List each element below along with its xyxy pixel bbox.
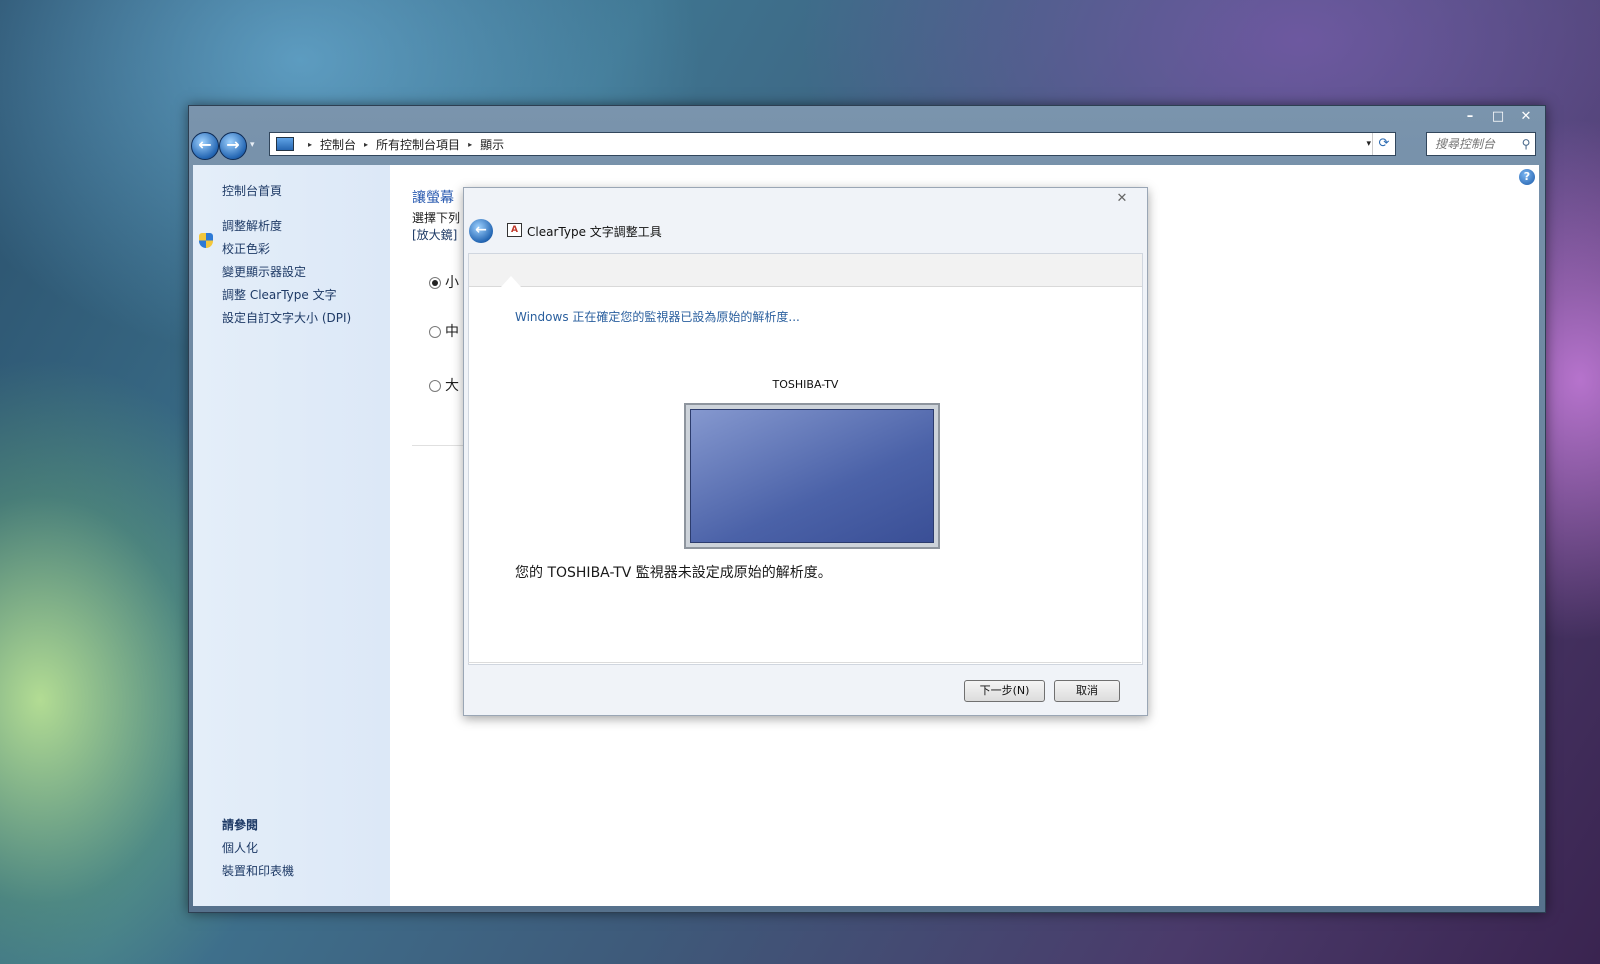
radio-large-label: 大	[445, 378, 459, 394]
cleartype-dialog: ✕ ← A ClearType 文字調整工具 Windows 正在確定您的監視器…	[463, 187, 1148, 716]
breadcrumb-separator-icon[interactable]: ▸	[364, 140, 368, 149]
breadcrumb-separator-icon[interactable]: ▸	[468, 140, 472, 149]
forward-button[interactable]: →	[219, 132, 247, 160]
radio-small-label: 小	[445, 275, 459, 291]
dialog-close-button[interactable]: ✕	[1113, 192, 1131, 206]
breadcrumb-control-panel[interactable]: 控制台	[320, 136, 356, 153]
refresh-icon[interactable]: ⟳	[1372, 133, 1395, 155]
search-input[interactable]	[1433, 136, 1517, 152]
navigation-bar: ← → ▾ ▸ 控制台 ▸ 所有控制台項目 ▸ 顯示 ▾ ⟳ ⚲	[189, 128, 1545, 162]
radio-large[interactable]	[429, 380, 441, 392]
breadcrumb-all-items[interactable]: 所有控制台項目	[376, 136, 460, 153]
dialog-header-notch	[501, 276, 521, 287]
close-button[interactable]: ✕	[1513, 108, 1539, 126]
see-also-title: 請參閱	[222, 818, 259, 832]
magnifier-link[interactable]: [放大鏡]	[412, 226, 457, 243]
monitor-icon	[684, 403, 940, 549]
dialog-status-text: Windows 正在確定您的監視器已設為原始的解析度...	[515, 310, 800, 324]
dialog-title: ClearType 文字調整工具	[527, 225, 662, 239]
cleartype-app-icon: A	[507, 223, 522, 237]
help-icon[interactable]: ?	[1519, 169, 1535, 185]
sidebar-item-personalization[interactable]: 個人化	[222, 839, 258, 856]
sidebar-item-custom-dpi[interactable]: 設定自訂文字大小 (DPI)	[222, 309, 351, 326]
page-title: 讓螢幕	[412, 190, 454, 206]
sidebar-item-resolution[interactable]: 調整解析度	[222, 217, 282, 234]
maximize-button[interactable]: □	[1485, 108, 1511, 126]
radio-medium[interactable]	[429, 326, 441, 338]
cancel-button[interactable]: 取消	[1054, 680, 1120, 702]
back-button[interactable]: ←	[191, 132, 219, 160]
sidebar-item-devices-printers[interactable]: 裝置和印表機	[222, 862, 294, 879]
control-panel-icon	[276, 137, 294, 151]
breadcrumb-display[interactable]: 顯示	[480, 136, 504, 153]
minimize-button[interactable]: –	[1457, 108, 1483, 126]
monitor-screen	[690, 409, 934, 543]
breadcrumb-separator-icon[interactable]: ▸	[308, 140, 312, 149]
radio-medium-label: 中	[445, 324, 459, 340]
shield-icon	[199, 233, 213, 248]
sidebar: 控制台首頁 調整解析度 校正色彩 變更顯示器設定 調整 ClearType 文字…	[193, 165, 390, 906]
dialog-header-band	[469, 254, 1142, 287]
dialog-back-button[interactable]: ←	[469, 219, 493, 243]
search-box[interactable]: ⚲	[1426, 132, 1536, 156]
search-icon[interactable]: ⚲	[1517, 137, 1535, 151]
address-bar[interactable]: ▸ 控制台 ▸ 所有控制台項目 ▸ 顯示 ▾ ⟳	[269, 132, 1396, 156]
sidebar-item-cleartype[interactable]: 調整 ClearType 文字	[222, 286, 337, 303]
dialog-footer-divider	[468, 662, 1141, 663]
dialog-body: Windows 正在確定您的監視器已設為原始的解析度... TOSHIBA-TV…	[468, 253, 1143, 665]
monitor-name: TOSHIBA-TV	[772, 378, 839, 391]
sidebar-item-calibrate-color[interactable]: 校正色彩	[222, 240, 270, 257]
page-description: 選擇下列	[412, 211, 461, 225]
sidebar-item-display-settings[interactable]: 變更顯示器設定	[222, 263, 306, 280]
recent-pages-dropdown[interactable]: ▾	[250, 140, 255, 150]
next-button[interactable]: 下一步(N)	[964, 680, 1045, 702]
sidebar-item-home[interactable]: 控制台首頁	[222, 182, 282, 199]
caption-buttons: – □ ✕	[1457, 108, 1539, 126]
address-dropdown-icon[interactable]: ▾	[1366, 139, 1371, 149]
dialog-message: 您的 TOSHIBA-TV 監視器未設定成原始的解析度。	[515, 565, 832, 581]
radio-small[interactable]	[429, 277, 441, 289]
